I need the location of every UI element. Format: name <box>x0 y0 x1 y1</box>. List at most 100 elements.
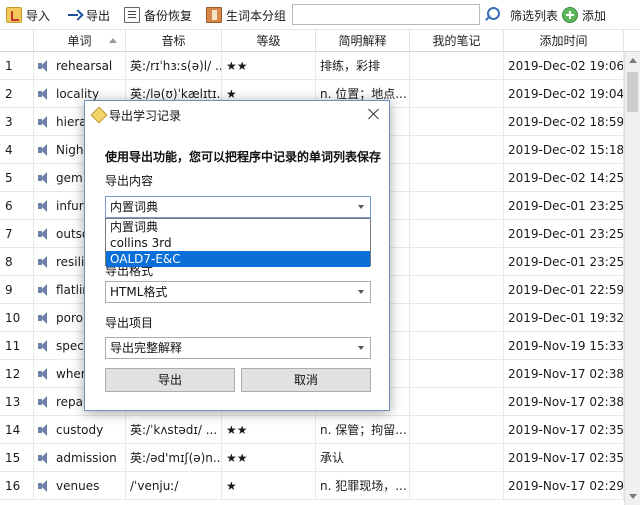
speaker-icon[interactable] <box>38 396 50 408</box>
header-meaning[interactable]: 简明解释 <box>316 30 410 52</box>
header-note[interactable]: 我的笔记 <box>410 30 504 52</box>
chevron-down-icon <box>358 290 364 294</box>
chevron-down-icon <box>358 205 364 209</box>
cell-time: 2019-Dec-01 23:25... <box>504 220 624 248</box>
cell-index: 11 <box>0 332 34 360</box>
dropdown-option[interactable]: 内置词典 <box>106 219 370 235</box>
cell-phonetic-text: 英:/əd'mɪʃ(ə)n... <box>130 451 222 465</box>
close-icon[interactable] <box>365 105 383 123</box>
cell-time: 2019-Dec-02 15:18... <box>504 136 624 164</box>
cell-index-text: 4 <box>5 143 13 157</box>
cell-phonetic-text: 英:/rɪˈhɜːs(ə)l/ ... <box>130 59 222 73</box>
cell-index-text: 13 <box>5 395 21 409</box>
cell-meaning-text: n. 犯罪现场，... <box>320 479 407 493</box>
cell-note <box>410 444 504 472</box>
speaker-icon[interactable] <box>38 368 50 380</box>
header-index <box>0 30 34 52</box>
cell-time-text: 2019-Dec-01 19:32... <box>508 311 624 325</box>
export-items-select[interactable]: 导出完整解释 <box>105 337 371 359</box>
cell-time: 2019-Dec-02 19:06... <box>504 52 624 80</box>
speaker-icon[interactable] <box>38 144 50 156</box>
table-row[interactable]: 16 venues/ˈvenjuː/ ★ n. 犯罪现场，... 2019-Nov-17… <box>0 472 640 500</box>
cell-time-text: 2019-Dec-01 23:25... <box>508 227 624 241</box>
cell-time: 2019-Nov-17 02:35... <box>504 444 624 472</box>
cell-time: 2019-Dec-01 19:32... <box>504 304 624 332</box>
speaker-icon[interactable] <box>38 228 50 240</box>
header-time[interactable]: 添加时间 <box>504 30 624 52</box>
export-button[interactable]: 导出 <box>66 4 110 26</box>
cell-time: 2019-Nov-17 02:29... <box>504 472 624 500</box>
speaker-icon[interactable] <box>38 452 50 464</box>
cell-time-text: 2019-Dec-02 19:06... <box>508 59 624 73</box>
scroll-thumb[interactable] <box>627 72 638 112</box>
search-icon[interactable] <box>484 6 500 22</box>
speaker-icon[interactable] <box>38 424 50 436</box>
cell-note <box>410 248 504 276</box>
filter-list-button[interactable]: 筛选列表 <box>510 4 558 26</box>
import-label: 导入 <box>26 8 51 23</box>
cell-index: 12 <box>0 360 34 388</box>
cell-word-text: gem <box>56 171 83 185</box>
speaker-icon[interactable] <box>38 256 50 268</box>
export-arrow-icon <box>66 7 82 23</box>
cell-word-text: spec <box>56 339 84 353</box>
cell-time-text: 2019-Dec-01 23:25... <box>508 255 624 269</box>
table-row[interactable]: 1 rehearsal 英:/rɪˈhɜːs(ə)l/ ... ★★ 排练，彩排 2019… <box>0 52 640 80</box>
cell-index-text: 12 <box>5 367 21 381</box>
speaker-icon[interactable] <box>38 60 50 72</box>
export-content-select[interactable]: 内置词典 <box>105 196 371 218</box>
vertical-scrollbar[interactable] <box>624 52 640 505</box>
cell-note <box>410 192 504 220</box>
export-content-dropdown: 内置词典 collins 3rd OALD7-E&C <box>105 218 371 267</box>
scroll-down-arrow-icon[interactable] <box>629 494 637 499</box>
add-button[interactable]: 添加 <box>562 4 606 26</box>
header-phonetic[interactable]: 音标 <box>126 30 222 52</box>
speaker-icon[interactable] <box>38 284 50 296</box>
speaker-icon[interactable] <box>38 200 50 212</box>
cell-word: venues <box>34 472 126 500</box>
cell-time-text: 2019-Dec-01 23:25... <box>508 199 624 213</box>
speaker-icon[interactable] <box>38 340 50 352</box>
cell-word: custody <box>34 416 126 444</box>
cell-word-text: rehearsal <box>56 59 113 73</box>
speaker-icon[interactable] <box>38 116 50 128</box>
export-format-select[interactable]: HTML格式 <box>105 281 371 303</box>
header-word[interactable]: 单词 <box>34 30 126 52</box>
cell-note <box>410 416 504 444</box>
cancel-button[interactable]: 取消 <box>241 368 371 392</box>
table-row[interactable]: 15 admission 英:/əd'mɪʃ(ə)n... ★★ 承认 2019-Nov-… <box>0 444 640 472</box>
export-dialog: 导出学习记录 使用导出功能，您可以把程序中记录的单词列表保存 导出内容 内置词典… <box>84 100 390 411</box>
cell-index-text: 6 <box>5 199 13 213</box>
speaker-icon[interactable] <box>38 480 50 492</box>
scroll-up-arrow-icon[interactable] <box>629 58 637 63</box>
speaker-icon[interactable] <box>38 312 50 324</box>
cell-index: 13 <box>0 388 34 416</box>
cell-index: 9 <box>0 276 34 304</box>
word-group-button[interactable]: 生词本分组 <box>206 4 286 26</box>
cell-level: ★ <box>222 472 316 500</box>
cell-word: rehearsal <box>34 52 126 80</box>
dropdown-option[interactable]: collins 3rd <box>106 235 370 251</box>
header-level[interactable]: 等级 <box>222 30 316 52</box>
speaker-icon[interactable] <box>38 88 50 100</box>
cell-word-text: wher <box>56 367 86 381</box>
cell-note <box>410 304 504 332</box>
cell-index-text: 2 <box>5 87 13 101</box>
cell-meaning: n. 犯罪现场，... <box>316 472 410 500</box>
cell-word-text: infuri <box>56 199 88 213</box>
cell-note <box>410 220 504 248</box>
dropdown-option-highlighted[interactable]: OALD7-E&C <box>106 251 370 267</box>
notebook-icon <box>206 7 222 23</box>
import-button[interactable]: 导入 <box>6 4 50 26</box>
cell-meaning-text: n. 位置；地点... <box>320 87 407 101</box>
backup-restore-button[interactable]: 备份恢复 <box>124 4 192 26</box>
cell-level: ★★ <box>222 444 316 472</box>
add-label: 添加 <box>582 8 607 23</box>
export-button[interactable]: 导出 <box>105 368 235 392</box>
export-format-value: HTML格式 <box>110 285 168 299</box>
speaker-icon[interactable] <box>38 172 50 184</box>
cell-index: 10 <box>0 304 34 332</box>
table-row[interactable]: 14 custody 英:/ˈkʌstədɪ/ ... ★★ n. 保管；拘留... 20… <box>0 416 640 444</box>
search-input[interactable] <box>292 4 480 25</box>
cell-index: 16 <box>0 472 34 500</box>
